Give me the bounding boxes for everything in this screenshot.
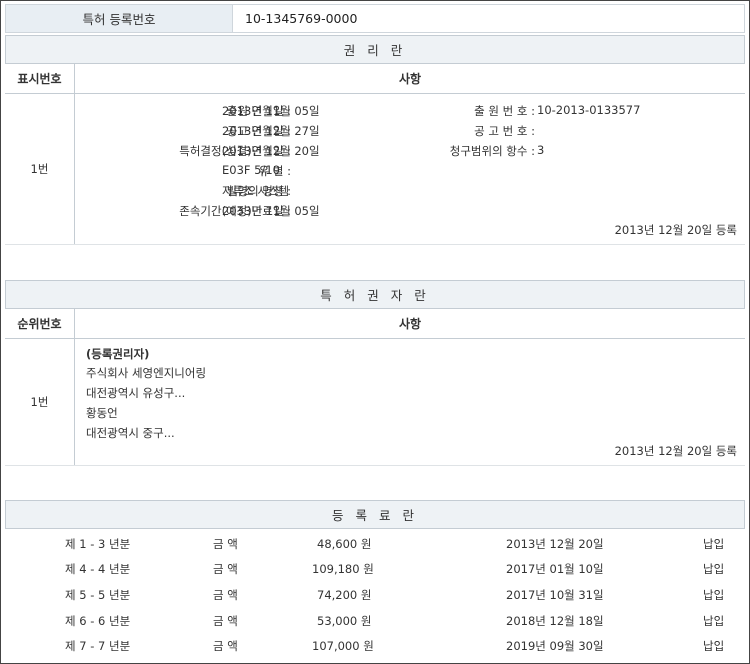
fee-period: 제 6 - 6 년분	[65, 614, 131, 628]
fee-period: 제 1 - 3 년분	[65, 537, 131, 551]
fee-amount: 74,200 원	[317, 588, 372, 602]
fee-period: 제 5 - 5 년분	[65, 588, 131, 602]
rights-details: 출원 연월일 : 2013년 11월 05일 공고 연월일 : 2013년 12…	[75, 94, 745, 244]
fee-amount-label: 금 액	[213, 562, 238, 576]
rights-col-item: 사항	[398, 72, 422, 86]
fee-status: 납입	[703, 537, 725, 551]
rights-row-number: 1번	[5, 94, 75, 244]
field-value: 2013년 11월 05일	[222, 104, 320, 118]
fee-status: 납입	[703, 588, 725, 602]
holder-name: 황동언	[86, 406, 118, 420]
fee-period: 제 7 - 7 년분	[65, 639, 131, 653]
field-value: 10-2013-0133577	[537, 103, 641, 117]
field-key: 출 원 번 호 :	[474, 104, 535, 118]
fee-status: 납입	[703, 639, 725, 653]
fee-amount: 107,000 원	[312, 639, 374, 653]
fee-date: 2017년 01월 10일	[506, 562, 604, 576]
holder-address: 대전광역시 유성구...	[86, 386, 186, 400]
fee-amount: 53,000 원	[317, 614, 372, 628]
holder-address: 대전광역시 중구...	[86, 426, 175, 440]
rights-registration-date: 2013년 12월 20일 등록	[614, 223, 737, 237]
fee-date: 2019년 09월 30일	[506, 639, 604, 653]
patent-register-frame: 특허 등록번호 10-1345769-0000 권 리 란 표시번호 사항 1번…	[0, 0, 750, 664]
rights-column-header: 표시번호 사항	[5, 64, 745, 94]
fee-date: 2013년 12월 20일	[506, 537, 604, 551]
holders-section-title: 특 허 권 자 란	[5, 280, 745, 309]
field-value: 2033년 11월 05일	[222, 204, 320, 218]
holder-name: 주식회사 세영엔지니어링	[86, 366, 207, 380]
field-value: 저류조 시스템	[222, 184, 290, 198]
fees-section-title: 등 록 료 란	[5, 500, 745, 529]
fee-amount: 48,600 원	[317, 537, 372, 551]
registration-number: 10-1345769-0000	[245, 11, 358, 26]
field-value: 2013년 12월 27일	[222, 124, 320, 138]
registration-label: 특허 등록번호	[6, 5, 233, 32]
holders-col-no: 순위번호	[5, 309, 75, 338]
fee-status: 납입	[703, 562, 725, 576]
holders-details: (등록권리자) 주식회사 세영엔지니어링 대전광역시 유성구... 황동언 대전…	[75, 339, 745, 465]
fee-status: 납입	[703, 614, 725, 628]
registration-bar: 특허 등록번호 10-1345769-0000	[5, 4, 745, 33]
fee-period: 제 4 - 4 년분	[65, 562, 131, 576]
holder-heading: (등록권리자)	[86, 347, 150, 361]
fee-date: 2017년 10월 31일	[506, 588, 604, 602]
field-value: E03F 5/10	[222, 163, 280, 177]
holders-row-number: 1번	[5, 339, 75, 465]
rights-row: 1번 출원 연월일 : 2013년 11월 05일 공고 연월일 : 2013년…	[5, 94, 745, 245]
fee-amount-label: 금 액	[213, 614, 238, 628]
holders-col-item: 사항	[398, 317, 422, 331]
fee-amount-label: 금 액	[213, 588, 238, 602]
holders-registration-date: 2013년 12월 20일 등록	[614, 444, 737, 458]
fee-amount-label: 금 액	[213, 537, 238, 551]
field-value: 2013년 12월 20일	[222, 144, 320, 158]
rights-section-title: 권 리 란	[5, 35, 745, 64]
fee-amount-label: 금 액	[213, 639, 238, 653]
holders-row: 1번 (등록권리자) 주식회사 세영엔지니어링 대전광역시 유성구... 황동언…	[5, 339, 745, 466]
field-key: 청구범위의 항수 :	[449, 144, 535, 158]
fee-amount: 109,180 원	[312, 562, 374, 576]
rights-col-no: 표시번호	[5, 64, 75, 93]
fee-date: 2018년 12월 18일	[506, 614, 604, 628]
field-value: 3	[537, 143, 545, 157]
field-key: 공 고 번 호 :	[474, 124, 535, 138]
holders-column-header: 순위번호 사항	[5, 309, 745, 339]
